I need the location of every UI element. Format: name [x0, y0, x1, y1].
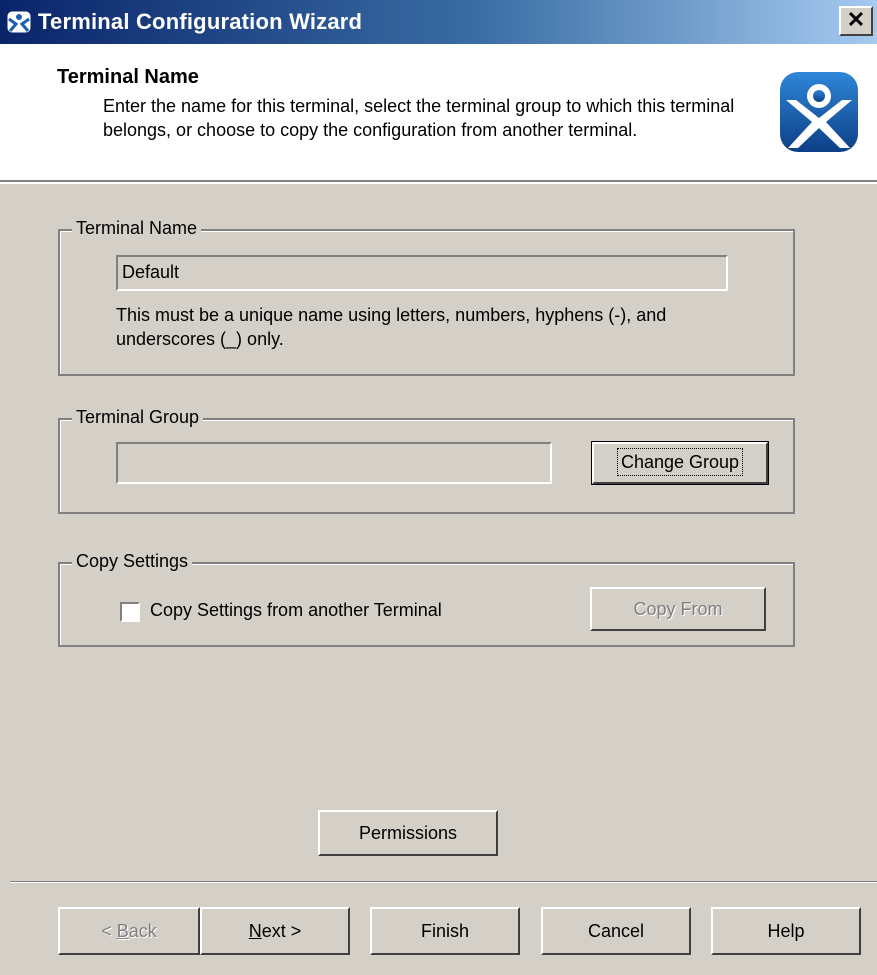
copy-settings-group-label: Copy Settings [72, 551, 193, 572]
page-description: Enter the name for this terminal, select… [103, 96, 735, 140]
back-button: < Back [58, 907, 200, 955]
copy-settings-group: Copy Settings Copy Settings from another… [58, 551, 795, 647]
change-group-label: Change Group [616, 448, 744, 476]
page-title: Terminal Name [57, 66, 199, 88]
copy-settings-checkbox-label[interactable]: Copy Settings from another Terminal [150, 600, 442, 621]
terminal-group-group-label: Terminal Group [72, 407, 204, 428]
copy-from-button: Copy From [590, 587, 766, 631]
cancel-button[interactable]: Cancel [541, 907, 691, 955]
wizard-window: Terminal Configuration Wizard ✕ Terminal… [0, 0, 877, 975]
title-bar[interactable]: Terminal Configuration Wizard ✕ [0, 0, 877, 44]
thinmanager-icon [6, 10, 32, 34]
terminal-group-input [116, 442, 552, 484]
footer-separator [10, 881, 877, 883]
wizard-header: Terminal Name Enter the name for this te… [0, 44, 877, 184]
back-label-rest: ack [128, 921, 157, 941]
terminal-group-group: Terminal Group Change Group [58, 407, 795, 514]
terminal-name-group: Terminal Name Default This must be a uni… [58, 218, 795, 376]
terminal-name-input[interactable]: Default [116, 255, 728, 291]
finish-button[interactable]: Finish [370, 907, 520, 955]
back-label-prefix: < [101, 921, 117, 941]
next-label-mnemonic: N [248, 921, 262, 941]
window-title: Terminal Configuration Wizard [38, 9, 363, 34]
permissions-button[interactable]: Permissions [318, 810, 498, 856]
close-icon: ✕ [846, 7, 866, 32]
thinmanager-logo-icon [780, 72, 858, 152]
change-group-button[interactable]: Change Group [591, 441, 769, 485]
next-label-rest: ext > [261, 921, 302, 941]
next-button[interactable]: Next > [200, 907, 350, 955]
help-button[interactable]: Help [711, 907, 861, 955]
terminal-name-group-label: Terminal Name [72, 218, 202, 239]
terminal-name-hint: This must be a unique name using letters… [116, 305, 667, 349]
close-button[interactable]: ✕ [839, 6, 873, 36]
copy-settings-checkbox[interactable] [120, 602, 140, 622]
back-label-mnemonic: B [116, 921, 129, 941]
